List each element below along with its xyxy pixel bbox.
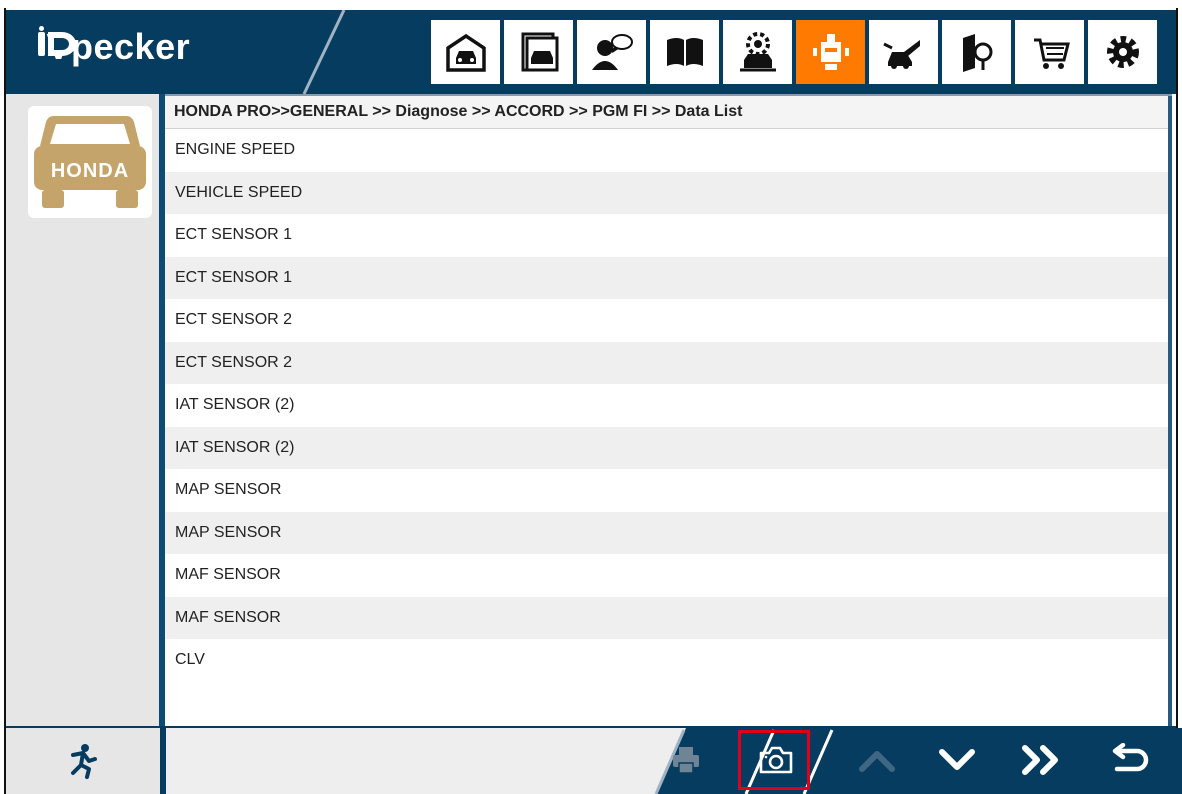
nav-service-button[interactable] xyxy=(723,20,792,84)
list-item[interactable]: MAF SENSOR xyxy=(165,554,1172,597)
nav-library-button[interactable] xyxy=(942,20,1011,84)
list-item[interactable]: IAT SENSOR (2) xyxy=(165,426,1172,469)
brand-panel: Vpecker xyxy=(6,10,356,94)
exit-running-man-icon xyxy=(71,744,97,779)
garage-icon xyxy=(445,33,486,72)
back-button[interactable] xyxy=(1104,738,1154,782)
scroll-up-icon xyxy=(859,751,895,772)
repair-icon xyxy=(882,40,920,69)
sidebar: HONDA xyxy=(6,94,160,726)
list-item[interactable]: ECT SENSOR 1 xyxy=(165,256,1172,299)
nav-manual-button[interactable] xyxy=(650,20,719,84)
list-item[interactable]: ECT SENSOR 2 xyxy=(165,341,1172,384)
honda-car-icon: HONDA xyxy=(34,116,146,208)
vehicle-make-card[interactable]: HONDA xyxy=(28,106,152,218)
print-icon xyxy=(673,747,699,774)
exit-button[interactable] xyxy=(6,728,160,794)
page-caption-fragment xyxy=(0,0,1182,8)
scroll-up-button[interactable] xyxy=(852,738,902,782)
status-area xyxy=(166,728,686,794)
data-list-panel: HONDA PRO>>GENERAL >> Diagnose >> ACCORD… xyxy=(165,94,1172,728)
shop-icon xyxy=(1033,38,1070,69)
list-item[interactable]: VEHICLE SPEED xyxy=(165,171,1172,214)
nav-shop-button[interactable] xyxy=(1015,20,1084,84)
list-item[interactable]: MAF SENSOR xyxy=(165,596,1172,639)
main-nav xyxy=(431,20,1157,84)
settings-icon xyxy=(1106,36,1139,68)
camera-highlight xyxy=(738,730,810,790)
print-button[interactable] xyxy=(666,738,706,782)
list-item[interactable]: MAP SENSOR xyxy=(165,511,1172,554)
vehicle-list-icon xyxy=(521,32,558,72)
nav-repair-button[interactable] xyxy=(869,20,938,84)
toolbar-slant-icon xyxy=(654,728,1182,794)
list-item[interactable]: MAP SENSOR xyxy=(165,469,1172,512)
library-icon xyxy=(962,34,992,72)
back-icon xyxy=(1112,743,1149,772)
list-item[interactable]: ECT SENSOR 1 xyxy=(165,214,1172,257)
scrollbar-track[interactable] xyxy=(1168,96,1172,728)
list-item[interactable]: CLV xyxy=(165,639,1172,682)
scroll-down-button[interactable] xyxy=(932,738,982,782)
make-label: HONDA xyxy=(51,160,129,182)
bottom-toolbar xyxy=(6,726,1182,794)
nav-garage-button[interactable] xyxy=(431,20,500,84)
page-forward-icon xyxy=(1022,745,1058,775)
list-item[interactable]: ENGINE SPEED xyxy=(165,129,1172,172)
list-item[interactable]: ECT SENSOR 2 xyxy=(165,299,1172,342)
nav-consult-button[interactable] xyxy=(577,20,646,84)
list-item[interactable]: IAT SENSOR (2) xyxy=(165,384,1172,427)
brand-logo: Vpecker xyxy=(36,26,190,68)
consult-icon xyxy=(591,34,633,70)
manual-icon xyxy=(666,38,703,66)
page-forward-button[interactable] xyxy=(1016,738,1066,782)
breadcrumb: HONDA PRO>>GENERAL >> Diagnose >> ACCORD… xyxy=(165,96,1172,129)
service-icon xyxy=(739,32,776,72)
nav-diagnose-button[interactable] xyxy=(796,20,865,84)
scroll-down-icon xyxy=(939,749,975,770)
top-bar: Vpecker xyxy=(6,10,1176,94)
nav-settings-button[interactable] xyxy=(1088,20,1157,84)
diagnose-icon xyxy=(812,34,849,70)
data-list: ENGINE SPEED VEHICLE SPEED ECT SENSOR 1 … xyxy=(165,129,1172,682)
nav-vehicle-list-button[interactable] xyxy=(504,20,573,84)
